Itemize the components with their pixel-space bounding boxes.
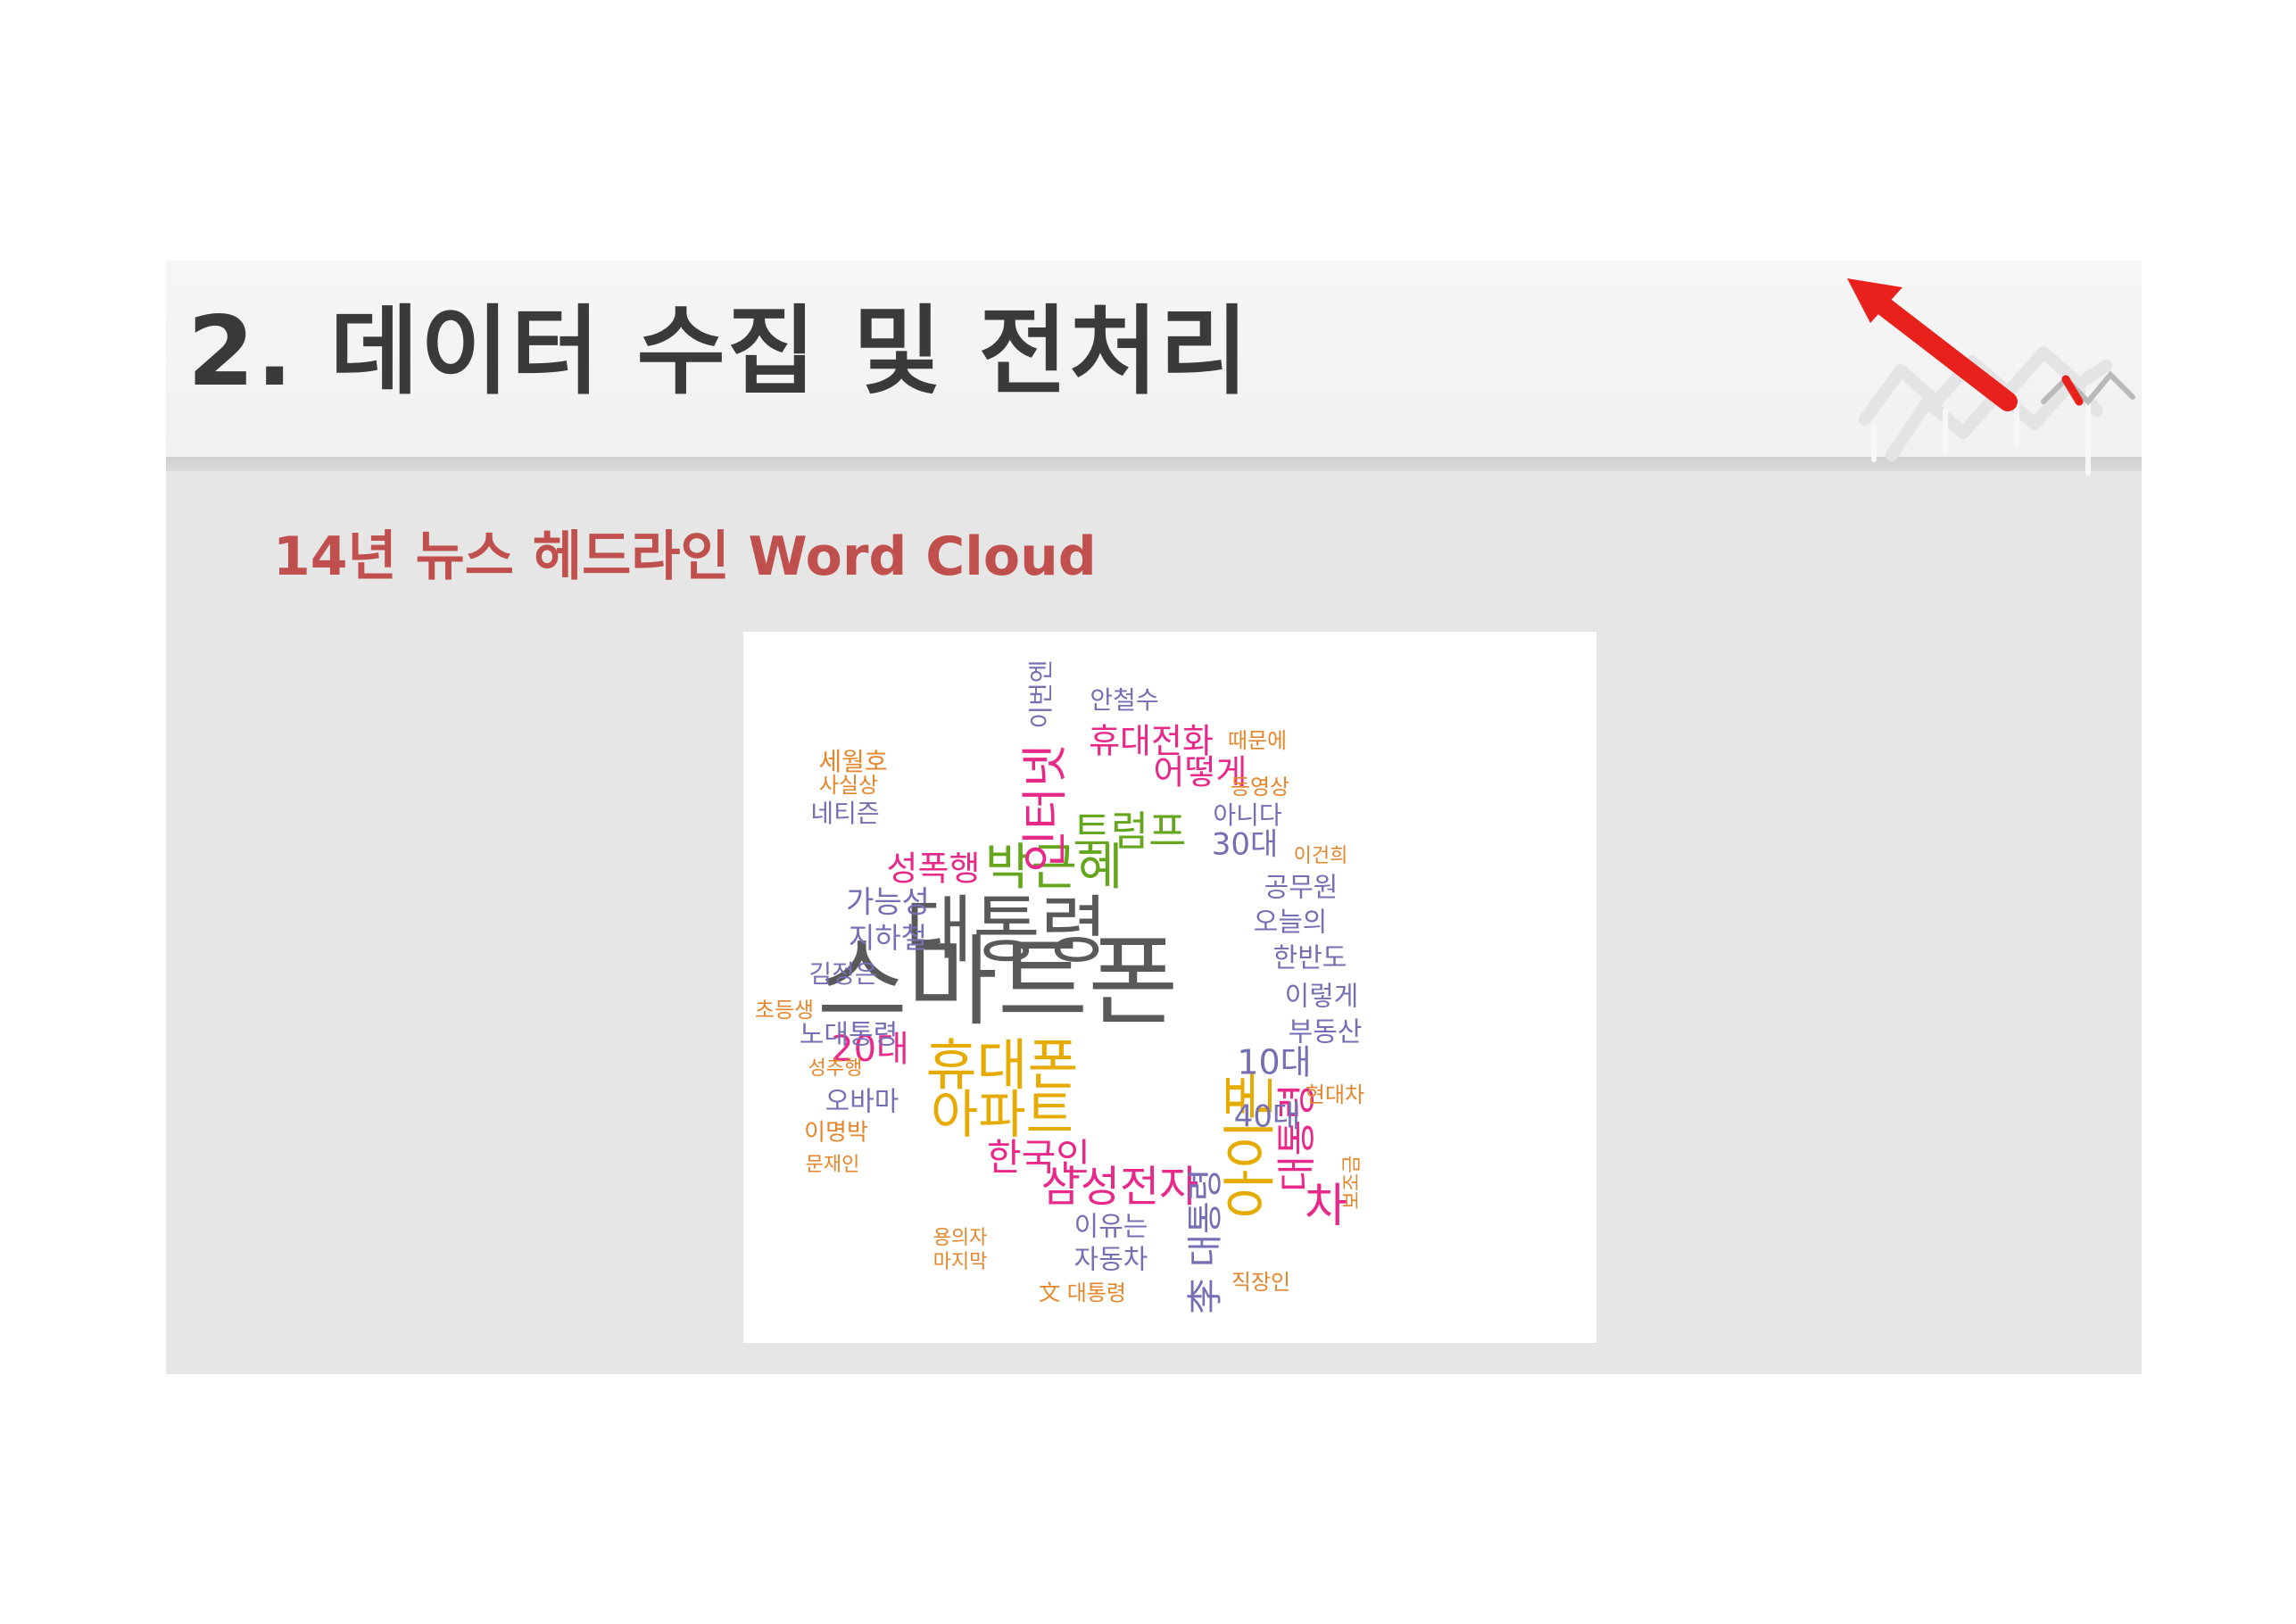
word-40: 이건희 (1294, 845, 1348, 867)
word-cloud-image: 스마트폰 대통령 휴대폰 아파트 아이폰 박근혜 트럼프 인터넷 삼성전자 한국인 휴대전화 어떻게 성… (743, 632, 1596, 1343)
word-12: 성폭행 (887, 849, 981, 889)
word-22: 이유는 (1074, 1212, 1148, 1243)
word-35: 부동산 (1289, 1017, 1363, 1048)
word-39: 동영상 (1231, 775, 1289, 800)
word-1: 대통령 (906, 888, 1107, 973)
word-29: 이번엔 (1026, 659, 1056, 728)
word-27: 네티즌 (810, 799, 879, 828)
word-cloud-heading: 14년 뉴스 헤드라인 Word Cloud (273, 526, 1097, 588)
word-18: 40대 (1234, 1099, 1301, 1135)
word-49: 文 대통령 (1039, 1280, 1126, 1305)
word-31: 공무원 (1264, 873, 1339, 904)
word-43: 초등생 (755, 998, 814, 1023)
word-7: 인터넷 (1019, 744, 1073, 873)
word-4: 아이폰 (1220, 1071, 1282, 1219)
word-9: 한국인 (987, 1136, 1090, 1180)
word-24: 오바마 (825, 1087, 899, 1118)
word-32: 오늘의 (1254, 907, 1328, 939)
word-44: 성추행 (808, 1057, 863, 1080)
word-30: 아니다 (1213, 800, 1281, 830)
word-41: 현대차 (1305, 1082, 1364, 1107)
word-cloud: 스마트폰대통령휴대폰아파트 아이폰박근혜트럼프인터넷삼성전자한국인휴대전화어떻게성… (755, 659, 1364, 1313)
word-45: 이명박 (804, 1120, 868, 1147)
word-33: 한반도 (1273, 943, 1347, 974)
word-38: 때문에 (1228, 728, 1287, 753)
word-42: 보조금 (1341, 1156, 1364, 1210)
word-37: 사실상 (819, 773, 878, 798)
word-25: 노대통령 (800, 1020, 898, 1051)
word-28: 안철수 (1090, 685, 1158, 715)
word-20: 가능성 (846, 885, 930, 921)
word-16: 李 대통령 (1185, 1168, 1226, 1313)
slide-title: 2. 데이터 수집 및 전처리 (187, 296, 1250, 408)
word-26: 김정은 (808, 959, 877, 989)
word-23: 자동차 (1074, 1245, 1148, 1276)
word-46: 문재인 (806, 1154, 860, 1176)
word-50: 직장인 (1231, 1270, 1290, 1295)
word-48: 마지막 (933, 1251, 988, 1273)
word-21: 지하철 (849, 921, 927, 955)
word-6: 트럼프 (1073, 808, 1187, 856)
word-47: 용의자 (933, 1227, 988, 1249)
word-19: 30대 (1212, 827, 1279, 863)
rising-arrow-icon (1847, 278, 2135, 476)
word-17: 10대 (1237, 1043, 1311, 1082)
word-34: 이렇게 (1285, 982, 1359, 1013)
